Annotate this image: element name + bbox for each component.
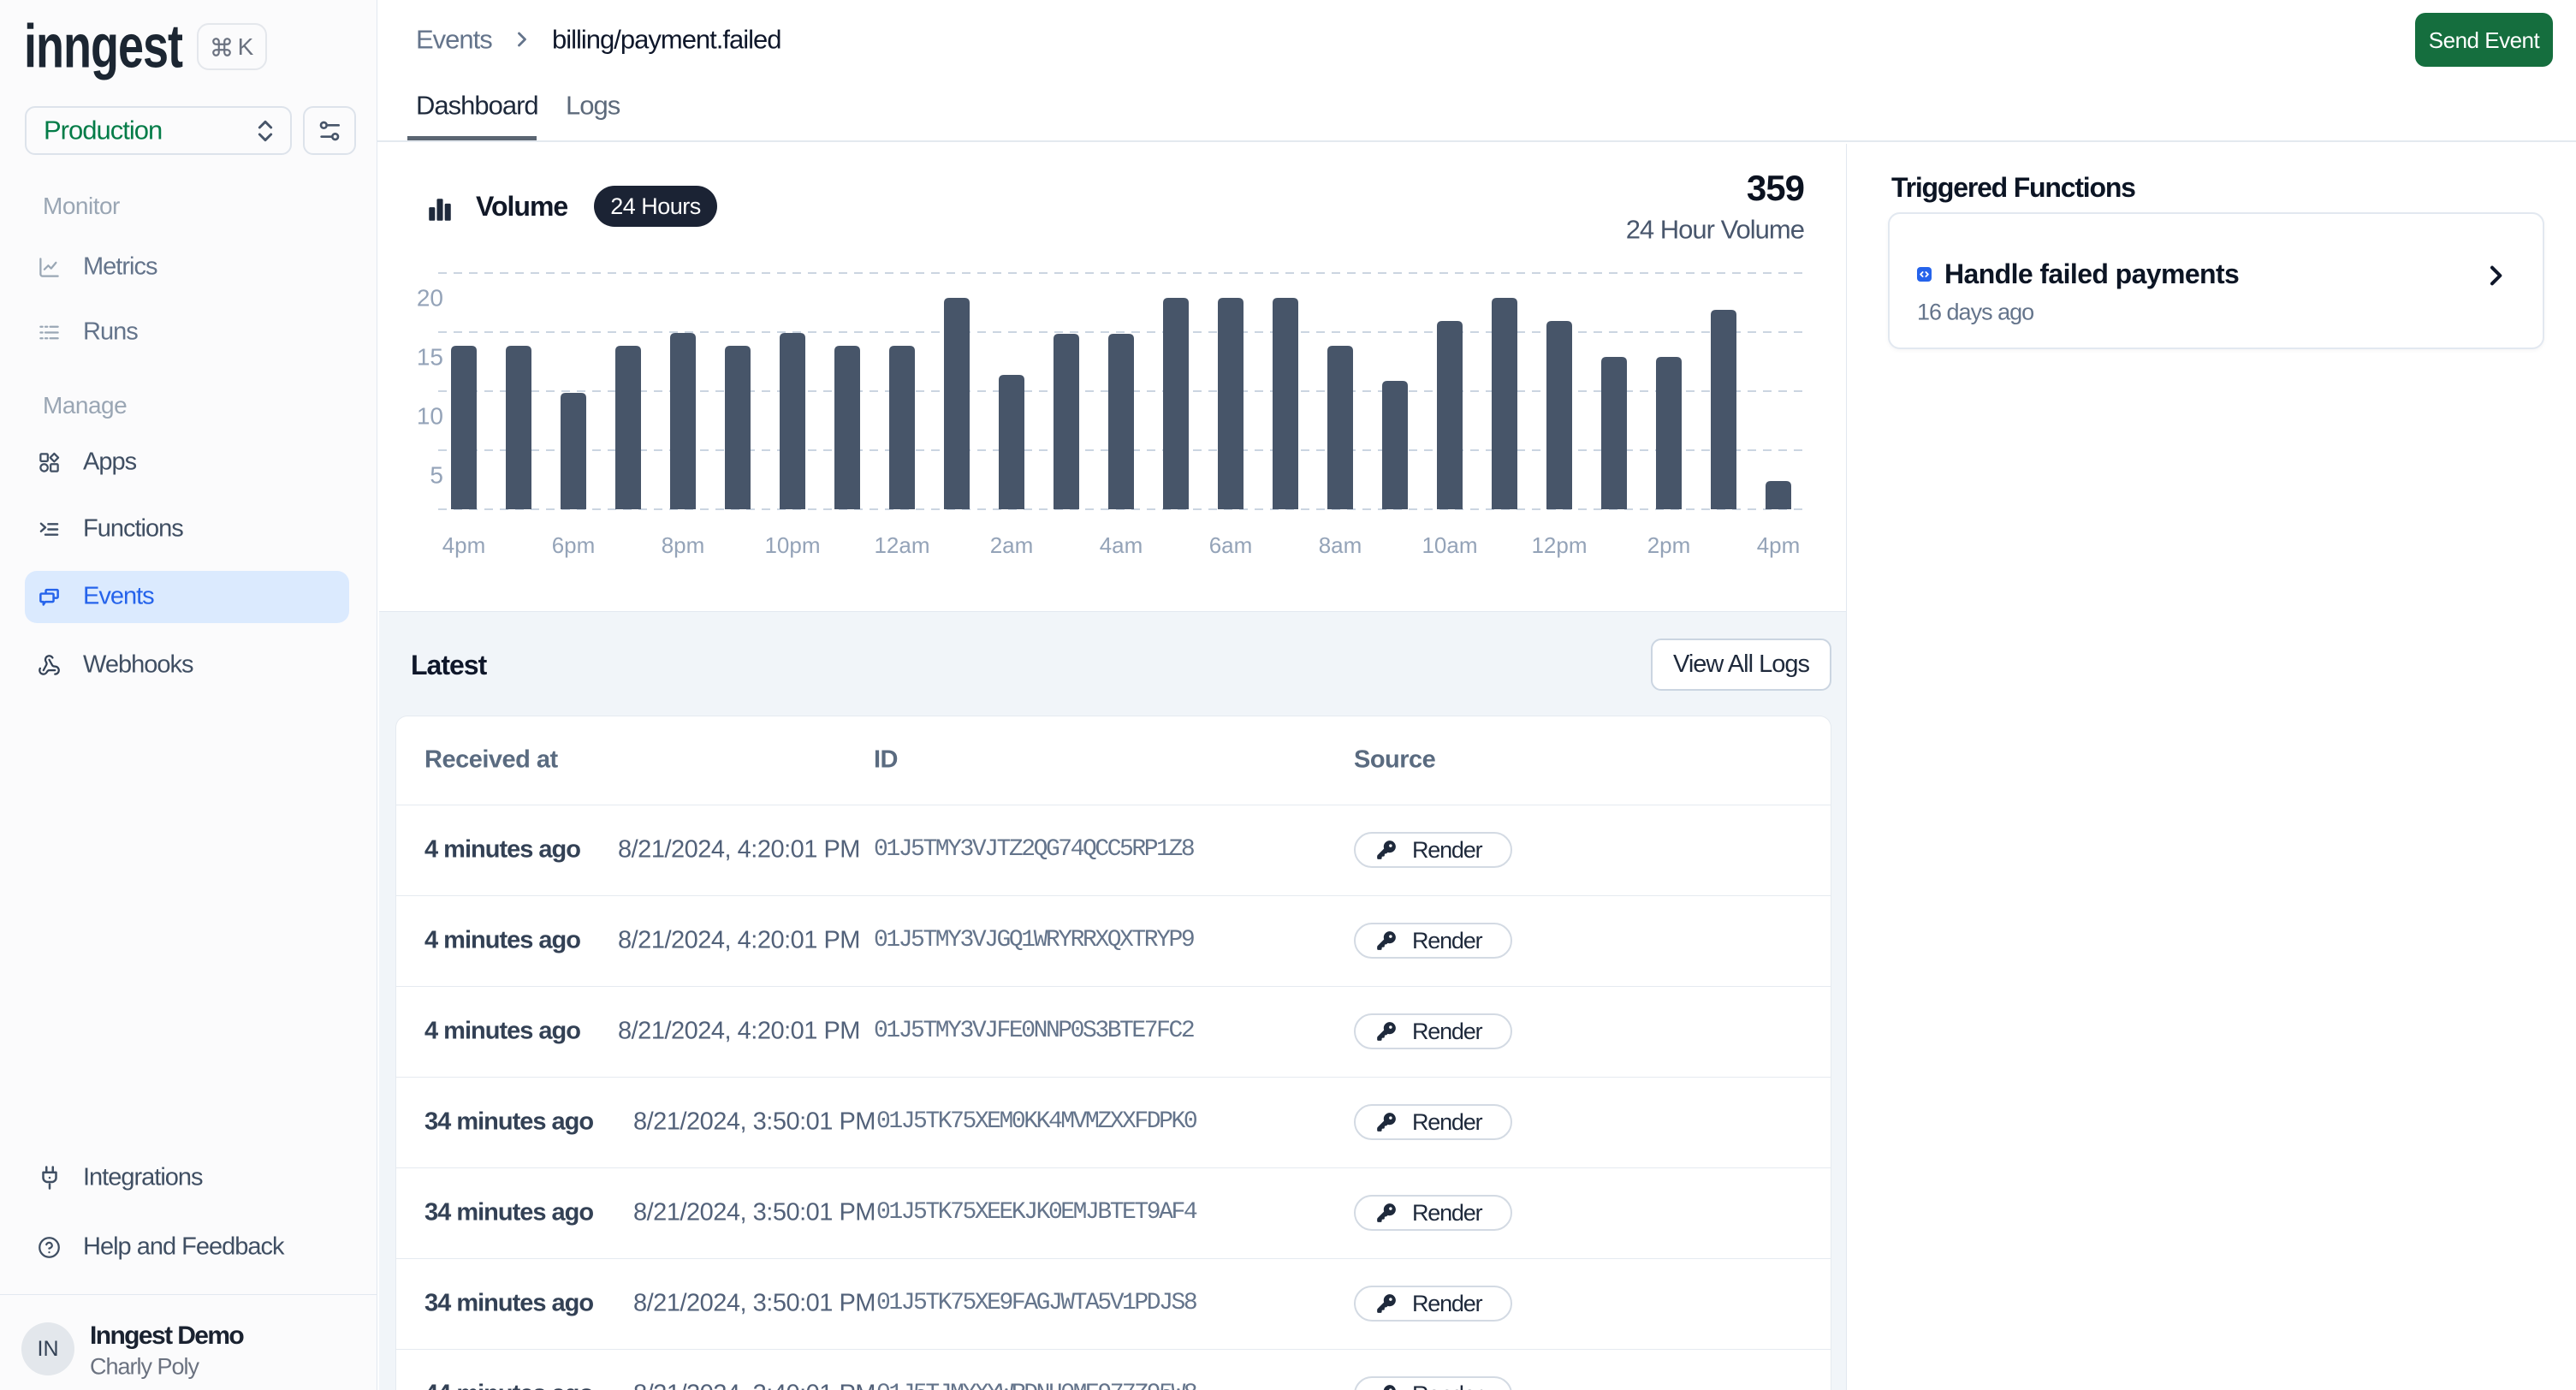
svg-text:5: 5: [430, 462, 443, 489]
svg-text:8am: 8am: [1319, 532, 1362, 558]
svg-text:6pm: 6pm: [552, 532, 596, 558]
svg-text:4pm: 4pm: [442, 532, 486, 558]
svg-text:10: 10: [417, 403, 443, 430]
svg-text:2pm: 2pm: [1647, 532, 1691, 558]
svg-text:4am: 4am: [1100, 532, 1143, 558]
svg-text:12pm: 12pm: [1531, 532, 1587, 558]
svg-text:10pm: 10pm: [764, 532, 820, 558]
svg-text:6am: 6am: [1209, 532, 1253, 558]
svg-text:4pm: 4pm: [1757, 532, 1801, 558]
svg-text:2am: 2am: [990, 532, 1034, 558]
svg-text:20: 20: [417, 285, 443, 312]
svg-text:8pm: 8pm: [662, 532, 705, 558]
svg-text:10am: 10am: [1422, 532, 1477, 558]
svg-text:12am: 12am: [874, 532, 929, 558]
svg-text:15: 15: [417, 344, 443, 371]
